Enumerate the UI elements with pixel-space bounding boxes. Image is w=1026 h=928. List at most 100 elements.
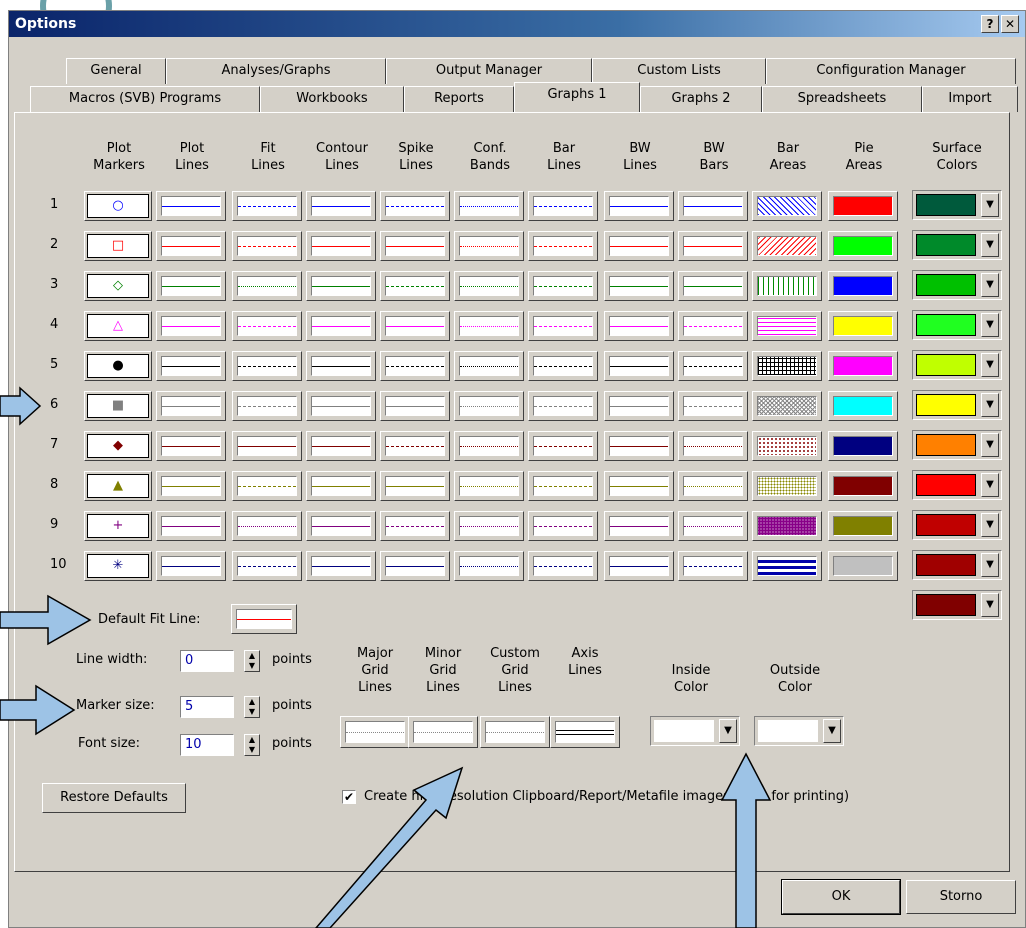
- surface-color-dropdown[interactable]: ▼: [912, 350, 1002, 380]
- line-style-button[interactable]: [156, 391, 226, 421]
- line-style-button[interactable]: [232, 231, 302, 261]
- spin-button[interactable]: ▲ ▼: [244, 650, 260, 672]
- pie-area-button[interactable]: [828, 551, 898, 581]
- tab-workbooks[interactable]: Workbooks: [260, 86, 404, 112]
- line-style-button[interactable]: [454, 551, 524, 581]
- line-style-button[interactable]: [232, 431, 302, 461]
- line-style-button[interactable]: [380, 351, 450, 381]
- surface-color-dropdown[interactable]: ▼: [912, 510, 1002, 540]
- tab-custom-lists[interactable]: Custom Lists: [592, 58, 766, 84]
- line-style-button[interactable]: [454, 391, 524, 421]
- line-style-button[interactable]: [306, 191, 376, 221]
- tab-graphs-2[interactable]: Graphs 2: [640, 86, 762, 112]
- line-style-button[interactable]: [528, 191, 598, 221]
- line-style-button[interactable]: [232, 511, 302, 541]
- pie-area-button[interactable]: [828, 511, 898, 541]
- line-style-button[interactable]: [454, 471, 524, 501]
- line-style-button[interactable]: [528, 471, 598, 501]
- line-style-button[interactable]: [156, 231, 226, 261]
- line-style-button[interactable]: [528, 231, 598, 261]
- line-style-button[interactable]: [454, 351, 524, 381]
- line-style-button[interactable]: [156, 471, 226, 501]
- line-style-button[interactable]: [454, 431, 524, 461]
- line-style-button[interactable]: [678, 191, 748, 221]
- line-style-button[interactable]: [678, 271, 748, 301]
- line-style-button[interactable]: [306, 351, 376, 381]
- line-style-button[interactable]: [678, 311, 748, 341]
- tab-configuration-manager[interactable]: Configuration Manager: [766, 58, 1016, 84]
- line-style-button[interactable]: [232, 351, 302, 381]
- bar-area-button[interactable]: [752, 191, 822, 221]
- bar-area-button[interactable]: [752, 311, 822, 341]
- tab-reports[interactable]: Reports: [404, 86, 514, 112]
- tab-spreadsheets[interactable]: Spreadsheets: [762, 86, 922, 112]
- chevron-down-icon[interactable]: ▼: [981, 553, 999, 577]
- line-style-button[interactable]: [156, 551, 226, 581]
- surface-color-dropdown[interactable]: ▼: [912, 550, 1002, 580]
- line-style-button[interactable]: [306, 431, 376, 461]
- tab-macros-svb-programs[interactable]: Macros (SVB) Programs: [30, 86, 260, 112]
- default-fit-line-button[interactable]: [231, 604, 297, 634]
- color-dropdown[interactable]: ▼: [754, 716, 844, 746]
- chevron-down-icon[interactable]: ▼: [981, 193, 999, 217]
- bar-area-button[interactable]: [752, 271, 822, 301]
- line-style-button[interactable]: [678, 471, 748, 501]
- spin-button[interactable]: ▲ ▼: [244, 696, 260, 718]
- line-style-button[interactable]: [380, 231, 450, 261]
- plot-marker-button[interactable]: ✳: [84, 551, 152, 581]
- chevron-down-icon[interactable]: ▼: [823, 719, 841, 743]
- line-style-button[interactable]: [306, 311, 376, 341]
- line-style-button[interactable]: [604, 231, 674, 261]
- chevron-down-icon[interactable]: ▼: [981, 233, 999, 257]
- line-style-button[interactable]: [678, 351, 748, 381]
- line-style-button[interactable]: [380, 191, 450, 221]
- line-style-button[interactable]: [604, 351, 674, 381]
- pie-area-button[interactable]: [828, 391, 898, 421]
- line-style-button[interactable]: [528, 391, 598, 421]
- surface-color-dropdown[interactable]: ▼: [912, 590, 1002, 620]
- line-style-button[interactable]: [678, 391, 748, 421]
- line-style-button[interactable]: [604, 391, 674, 421]
- line-style-button[interactable]: [232, 311, 302, 341]
- cancel-button[interactable]: Storno: [906, 880, 1016, 914]
- surface-color-dropdown[interactable]: ▼: [912, 190, 1002, 220]
- line-style-button[interactable]: [528, 431, 598, 461]
- tab-graphs-1[interactable]: Graphs 1: [514, 82, 640, 112]
- plot-marker-button[interactable]: ◆: [84, 431, 152, 461]
- grid-line-button[interactable]: [340, 716, 410, 748]
- line-style-button[interactable]: [604, 271, 674, 301]
- surface-color-dropdown[interactable]: ▼: [912, 310, 1002, 340]
- line-style-button[interactable]: [604, 471, 674, 501]
- spin-button[interactable]: ▲ ▼: [244, 734, 260, 756]
- line-style-button[interactable]: [380, 271, 450, 301]
- chevron-down-icon[interactable]: ▼: [981, 353, 999, 377]
- line-style-button[interactable]: [604, 311, 674, 341]
- plot-marker-button[interactable]: +: [84, 511, 152, 541]
- line-style-button[interactable]: [380, 511, 450, 541]
- line-style-button[interactable]: [604, 511, 674, 541]
- line-style-button[interactable]: [156, 351, 226, 381]
- line-style-button[interactable]: [306, 231, 376, 261]
- chevron-down-icon[interactable]: ▼: [981, 393, 999, 417]
- line-style-button[interactable]: [156, 431, 226, 461]
- chevron-down-icon[interactable]: ▼: [981, 313, 999, 337]
- line-style-button[interactable]: [232, 391, 302, 421]
- line-style-button[interactable]: [528, 271, 598, 301]
- surface-color-dropdown[interactable]: ▼: [912, 230, 1002, 260]
- line-style-button[interactable]: [306, 551, 376, 581]
- line-style-button[interactable]: [156, 511, 226, 541]
- plot-marker-button[interactable]: ●: [84, 351, 152, 381]
- color-dropdown[interactable]: ▼: [650, 716, 740, 746]
- line-style-button[interactable]: [454, 191, 524, 221]
- grid-line-button[interactable]: [550, 716, 620, 748]
- line-style-button[interactable]: [306, 391, 376, 421]
- plot-marker-button[interactable]: ◇: [84, 271, 152, 301]
- pie-area-button[interactable]: [828, 471, 898, 501]
- grid-line-button[interactable]: [408, 716, 478, 748]
- line-style-button[interactable]: [678, 551, 748, 581]
- tab-analyses-graphs[interactable]: Analyses/Graphs: [166, 58, 386, 84]
- line-style-button[interactable]: [604, 551, 674, 581]
- line-style-button[interactable]: [528, 311, 598, 341]
- bar-area-button[interactable]: [752, 391, 822, 421]
- bar-area-button[interactable]: [752, 511, 822, 541]
